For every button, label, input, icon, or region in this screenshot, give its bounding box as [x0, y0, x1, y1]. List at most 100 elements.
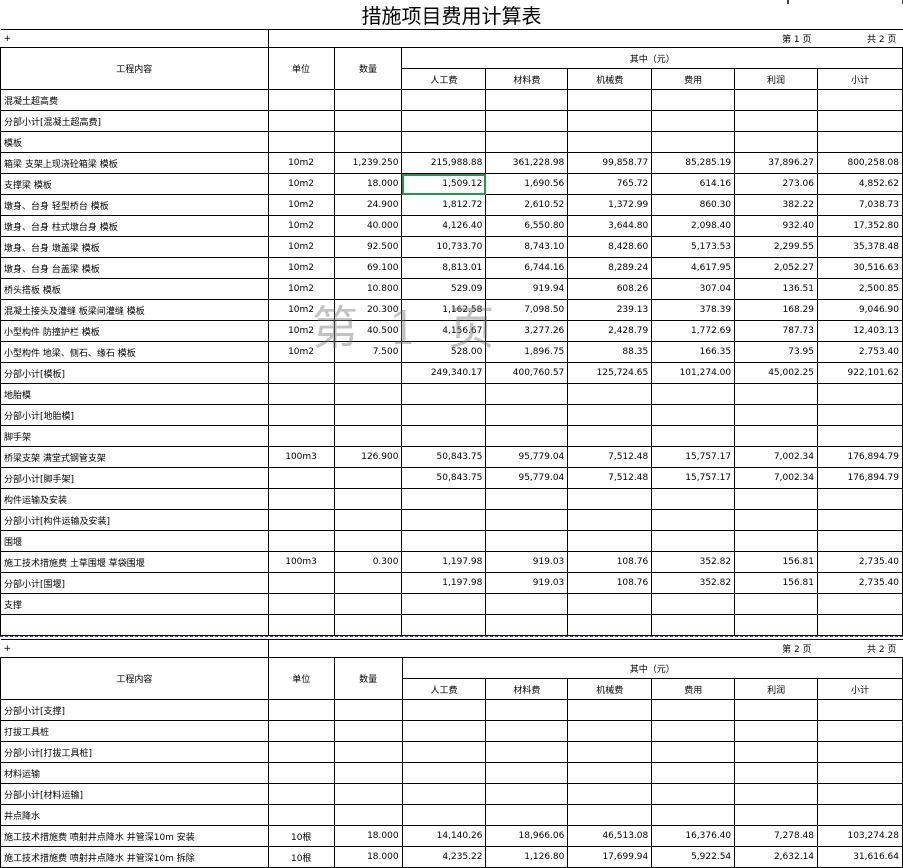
- cell-item[interactable]: 施工技术措施费 喷射井点降水 井管深10m 拆除: [0, 846, 269, 868]
- cell-subtotal[interactable]: [817, 804, 903, 826]
- cell-qty[interactable]: 40.500: [333, 320, 403, 342]
- cell-labor[interactable]: [401, 530, 487, 552]
- cell-subtotal[interactable]: [817, 699, 903, 721]
- cell-fee[interactable]: 5,922.54: [651, 846, 736, 868]
- cell-profit[interactable]: [734, 89, 818, 111]
- cell-machine[interactable]: 608.26: [567, 278, 653, 300]
- cell-profit[interactable]: [734, 741, 819, 763]
- cell-profit[interactable]: [734, 425, 818, 447]
- cell-unit[interactable]: [267, 131, 335, 153]
- cell-qty[interactable]: 1,239.250: [333, 152, 403, 174]
- cell-unit[interactable]: [267, 699, 335, 721]
- cell-subtotal[interactable]: 31,616.64: [817, 846, 903, 868]
- cell-unit[interactable]: 10根: [267, 825, 335, 847]
- cell-profit[interactable]: [734, 783, 819, 805]
- cell-labor[interactable]: [401, 509, 487, 531]
- cell-labor[interactable]: 8,813.01: [401, 257, 487, 279]
- cell-material[interactable]: [485, 425, 569, 447]
- cell-profit[interactable]: [734, 720, 819, 742]
- cell-fee[interactable]: 4,617.95: [651, 257, 736, 279]
- cell-machine[interactable]: [567, 509, 653, 531]
- cell-fee[interactable]: 2,098.40: [651, 215, 736, 237]
- cell-unit[interactable]: 10m2: [267, 173, 335, 195]
- cell-machine[interactable]: [567, 614, 653, 636]
- cell-profit[interactable]: 73.95: [734, 341, 818, 363]
- cell-machine[interactable]: 8,428.60: [567, 236, 653, 258]
- cell-profit[interactable]: [734, 530, 818, 552]
- cell-material[interactable]: 919.94: [485, 278, 569, 300]
- cell-material[interactable]: 361,228.98: [485, 152, 569, 174]
- cell-item[interactable]: 围堰: [0, 530, 269, 552]
- cell-subtotal[interactable]: 176,894.79: [817, 467, 903, 489]
- cell-machine[interactable]: [567, 741, 653, 763]
- cell-item[interactable]: 构件运输及安装: [0, 488, 269, 510]
- cell-fee[interactable]: 307.04: [651, 278, 736, 300]
- cell-qty[interactable]: [333, 762, 403, 784]
- cell-subtotal[interactable]: [817, 110, 903, 132]
- cell-fee[interactable]: 166.35: [651, 341, 736, 363]
- cell-subtotal[interactable]: 922,101.62: [817, 362, 903, 384]
- cell-fee[interactable]: 15,757.17: [651, 446, 736, 468]
- cell-fee[interactable]: 614.16: [651, 173, 736, 195]
- cell-material[interactable]: 6,550.80: [485, 215, 569, 237]
- cell-material[interactable]: 3,277.26: [485, 320, 569, 342]
- cell-profit[interactable]: 7,002.34: [734, 467, 818, 489]
- cell-labor[interactable]: [401, 488, 487, 510]
- cell-fee[interactable]: [651, 404, 736, 426]
- cell-subtotal[interactable]: [817, 131, 903, 153]
- cell-machine[interactable]: [567, 804, 653, 826]
- cell-unit[interactable]: [267, 110, 335, 132]
- cell-item[interactable]: 分部小计[混凝土超高费]: [0, 110, 269, 132]
- cell-material[interactable]: 1,126.80: [485, 846, 569, 868]
- cell-unit[interactable]: 10m2: [267, 194, 335, 216]
- cell-labor[interactable]: [401, 593, 487, 615]
- cell-qty[interactable]: [333, 131, 403, 153]
- cell-machine[interactable]: 99,858.77: [567, 152, 653, 174]
- cell-profit[interactable]: 382.22: [734, 194, 818, 216]
- cell-labor[interactable]: [401, 614, 487, 636]
- cell-qty[interactable]: [333, 741, 403, 763]
- cell-qty[interactable]: [333, 509, 403, 531]
- cell-qty[interactable]: 10.800: [333, 278, 403, 300]
- cell-qty[interactable]: 40.000: [333, 215, 403, 237]
- cell-subtotal[interactable]: 2,735.40: [817, 572, 903, 594]
- cell-subtotal[interactable]: 35,378.48: [817, 236, 903, 258]
- cell-item[interactable]: 地胎模: [0, 383, 269, 405]
- cell-labor[interactable]: [401, 720, 487, 742]
- cell-qty[interactable]: [333, 488, 403, 510]
- cell-machine[interactable]: [567, 131, 653, 153]
- cell-item[interactable]: 支撑: [0, 593, 269, 615]
- cell-item[interactable]: 小型构件 防撞护栏 模板: [0, 320, 269, 342]
- cell-profit[interactable]: 7,278.48: [734, 825, 819, 847]
- cell-unit[interactable]: 100m3: [267, 446, 335, 468]
- cell-item[interactable]: 分部小计[脚手架]: [0, 467, 269, 489]
- cell-subtotal[interactable]: [817, 488, 903, 510]
- cell-fee[interactable]: [651, 425, 736, 447]
- cell-subtotal[interactable]: 176,894.79: [817, 446, 903, 468]
- cell-machine[interactable]: [567, 89, 653, 111]
- cell-fee[interactable]: [651, 110, 736, 132]
- cell-fee[interactable]: [651, 720, 736, 742]
- cell-machine[interactable]: 108.76: [567, 572, 653, 594]
- cell-machine[interactable]: 125,724.65: [567, 362, 653, 384]
- cell-labor[interactable]: [401, 89, 487, 111]
- cell-unit[interactable]: 10m2: [267, 341, 335, 363]
- cell-labor[interactable]: [401, 762, 487, 784]
- cell-fee[interactable]: [651, 699, 736, 721]
- cell-subtotal[interactable]: 9,046.90: [817, 299, 903, 321]
- cell-fee[interactable]: [651, 383, 736, 405]
- cell-subtotal[interactable]: [817, 404, 903, 426]
- cell-fee[interactable]: 101,274.00: [651, 362, 736, 384]
- cell-profit[interactable]: [734, 131, 818, 153]
- cell-item[interactable]: 混凝土超高费: [0, 89, 269, 111]
- cell-qty[interactable]: [333, 530, 403, 552]
- cell-machine[interactable]: [567, 593, 653, 615]
- cell-profit[interactable]: 273.06: [734, 173, 818, 195]
- cell-machine[interactable]: 108.76: [567, 551, 653, 573]
- cell-subtotal[interactable]: [817, 762, 903, 784]
- cell-item[interactable]: 桥头搭板 模板: [0, 278, 269, 300]
- cell-profit[interactable]: [734, 762, 819, 784]
- cell-qty[interactable]: 20.300: [333, 299, 403, 321]
- cell-fee[interactable]: [651, 593, 736, 615]
- cell-material[interactable]: 7,098.50: [485, 299, 569, 321]
